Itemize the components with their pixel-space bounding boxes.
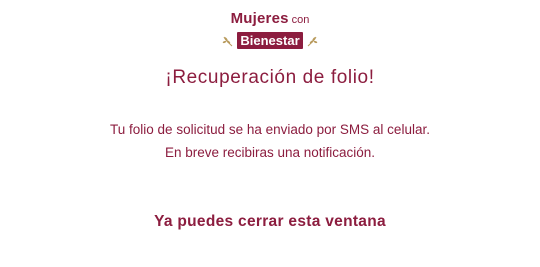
confirmation-page: Mujeres con Bienestar ¡Recuperación de fo… [0,0,540,267]
laurel-right-icon [307,36,317,47]
mujeres-con-bienestar-logo: Mujeres con Bienestar [0,8,540,52]
logo-bottom-line: Bienestar [0,32,540,50]
message-line-1: Tu folio de solicitud se ha enviado por … [110,122,430,137]
logo-top-line: Mujeres con [0,10,540,28]
logo-connector-text: con [291,14,310,26]
close-window-note: Ya puedes cerrar esta ventana [154,213,386,230]
message-line-2: En breve recibiras una notificación. [164,145,376,160]
confirmation-message: Tu folio de solicitud se ha enviado por … [0,118,540,164]
logo-badge-text: Bienestar [237,32,303,50]
page-title: ¡Recuperación de folio! [165,67,375,88]
logo-brand-text: Mujeres [230,10,289,27]
laurel-left-icon [223,36,233,47]
